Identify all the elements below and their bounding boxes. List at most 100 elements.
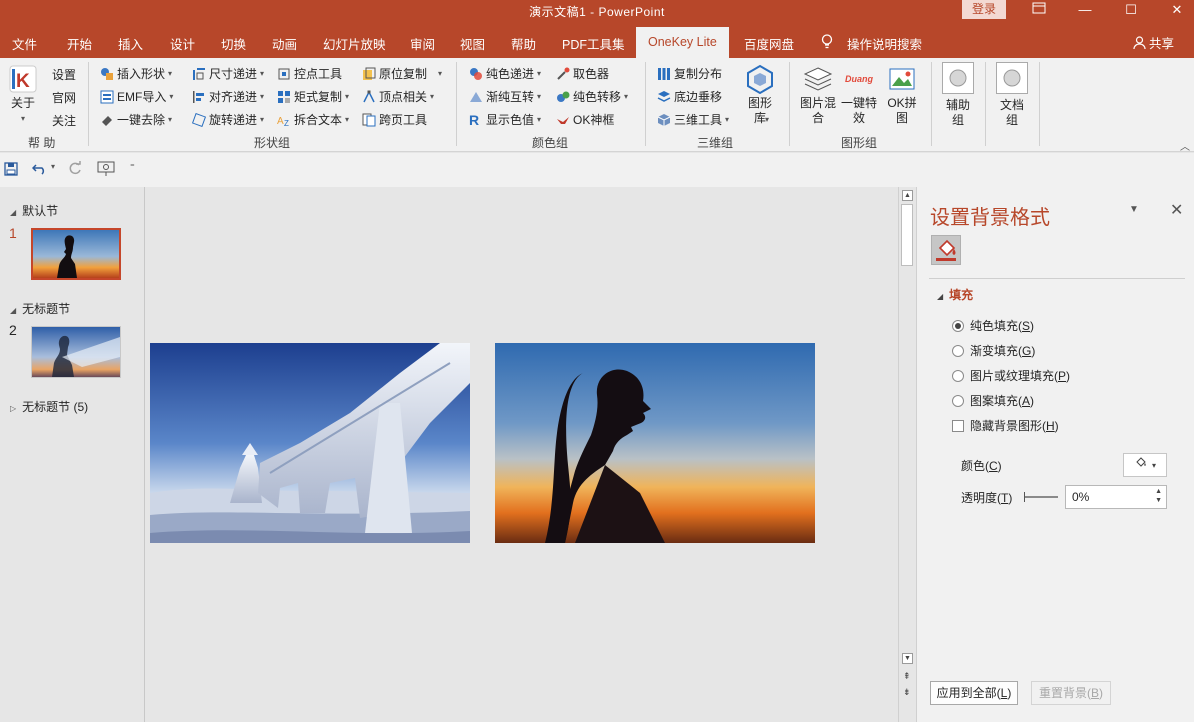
- vertical-scrollbar[interactable]: ▲ ▼ ⇞ ⇟: [898, 187, 915, 722]
- reset-background-button[interactable]: 重置背景(B): [1031, 681, 1111, 705]
- cross-page-tool-button[interactable]: 跨页工具: [362, 111, 427, 128]
- copy-distribute-button[interactable]: 复制分布: [657, 65, 722, 82]
- section-name: 无标题节 (5): [22, 400, 89, 414]
- section-header[interactable]: ▷ 无标题节 (5): [10, 398, 88, 415]
- about-button[interactable]: K 关于 ▾: [8, 64, 38, 126]
- redo-icon[interactable]: [68, 161, 82, 178]
- scroll-up-arrow-icon[interactable]: ▲: [902, 190, 913, 201]
- ribbon-display-icon[interactable]: [1016, 0, 1062, 22]
- tell-me-search[interactable]: 操作说明搜索: [847, 34, 922, 53]
- chevron-down-icon[interactable]: ▾: [51, 162, 55, 171]
- settings-button[interactable]: 设置: [52, 66, 76, 83]
- minimize-button[interactable]: —: [1062, 0, 1108, 22]
- spinner-arrows-icon[interactable]: ▲ ▼: [1155, 487, 1162, 505]
- size-progression-button[interactable]: 尺寸递进 ▾: [192, 65, 264, 82]
- maximize-button[interactable]: ☐: [1108, 0, 1154, 22]
- radio-label: 图片或纹理填充(P): [970, 369, 1071, 383]
- ice-pier-photo[interactable]: [150, 343, 470, 543]
- matrix-copy-button[interactable]: 矩式复制 ▾: [277, 88, 349, 105]
- close-pane-icon[interactable]: ✕: [1170, 200, 1183, 220]
- tab-insert[interactable]: 插入: [118, 34, 143, 53]
- tab-transitions[interactable]: 切换: [221, 34, 246, 53]
- tab-slideshow[interactable]: 幻灯片放映: [323, 34, 386, 53]
- pane-options-icon[interactable]: ▼: [1129, 204, 1139, 215]
- tab-pdf-tools[interactable]: PDF工具集: [562, 34, 625, 53]
- ribbon: K 关于 ▾ 设置 官网 关注 帮 助 插入形状 ▾ EMF导入 ▾ 一键去除 ▾ 尺…: [0, 58, 1194, 153]
- previous-slide-icon[interactable]: ⇞: [903, 671, 911, 682]
- tab-design[interactable]: 设计: [170, 34, 195, 53]
- solid-color-transfer-label: 纯色转移: [573, 90, 622, 104]
- slide-thumbnail-2[interactable]: [31, 326, 121, 378]
- tab-help[interactable]: 帮助: [511, 34, 536, 53]
- one-click-remove-button[interactable]: 一键去除 ▾: [100, 111, 172, 128]
- shape-library-button[interactable]: 图形 库: [744, 64, 776, 126]
- start-slideshow-icon[interactable]: [97, 161, 115, 180]
- customize-qat-icon[interactable]: ⁼: [130, 162, 135, 173]
- scroll-down-arrow-icon[interactable]: ▼: [902, 653, 913, 664]
- collapse-ribbon-icon[interactable]: ︿: [1180, 138, 1190, 153]
- transparency-input[interactable]: 0% ▲ ▼: [1065, 485, 1167, 509]
- emf-import-button[interactable]: EMF导入 ▾: [100, 88, 173, 105]
- rotate-progression-button[interactable]: 旋转递进 ▾: [191, 111, 264, 128]
- picture-blend-button[interactable]: 图片混 合: [799, 64, 837, 126]
- one-click-effect-button[interactable]: Duang 一键特 效: [840, 64, 878, 126]
- align-progression-button[interactable]: 对齐递进 ▾: [192, 88, 264, 105]
- silhouette-sunset-photo[interactable]: [495, 343, 815, 543]
- tab-file[interactable]: 文件: [12, 34, 37, 53]
- color-picker-button[interactable]: ▾: [1123, 453, 1167, 477]
- scrollbar-thumb[interactable]: [901, 204, 913, 266]
- undo-icon[interactable]: [31, 161, 48, 178]
- handle-tool-button[interactable]: 控点工具: [277, 65, 342, 82]
- picture-texture-fill-radio[interactable]: 图片或纹理填充(P): [952, 367, 1070, 384]
- close-button[interactable]: ✕: [1154, 0, 1194, 22]
- auxiliary-group-button[interactable]: 辅助 组: [941, 62, 975, 128]
- gradient-fill-radio[interactable]: 渐变填充(G): [952, 342, 1035, 359]
- transparency-slider[interactable]: [1024, 492, 1058, 502]
- hide-background-graphics-checkbox[interactable]: 隐藏背景图形(H): [952, 417, 1059, 434]
- gradient-solid-convert-button[interactable]: 渐纯互转 ▾: [469, 88, 541, 105]
- tab-animations[interactable]: 动画: [272, 34, 297, 53]
- tab-review[interactable]: 审阅: [410, 34, 435, 53]
- tab-view[interactable]: 视图: [460, 34, 485, 53]
- insert-shape-button[interactable]: 插入形状 ▾: [100, 65, 172, 82]
- tab-onekey-lite[interactable]: OneKey Lite: [636, 27, 729, 58]
- pattern-fill-radio[interactable]: 图案填充(A): [952, 392, 1034, 409]
- solid-color-progression-button[interactable]: 纯色递进 ▾: [469, 65, 541, 82]
- tab-baidu-netdisk[interactable]: 百度网盘: [744, 34, 794, 53]
- color-label: 颜色(C): [961, 459, 1002, 473]
- in-place-copy-button[interactable]: 原位复制 ▾: [362, 65, 442, 82]
- ok-collage-button[interactable]: OK拼 图: [884, 64, 920, 126]
- chevron-down-icon: ▾: [20, 114, 25, 123]
- login-button[interactable]: 登录: [962, 0, 1006, 19]
- fill-bucket-icon[interactable]: [931, 235, 961, 265]
- quick-access-toolbar: ▾ ⁼: [0, 153, 1194, 187]
- checkbox-box: [952, 419, 964, 432]
- slide-canvas[interactable]: [146, 187, 898, 722]
- slide-thumbnail-pane: ◢ 默认节 1 ◢ 无标题节 2 ▷ 无标题节 (5): [0, 187, 145, 722]
- solid-fill-radio[interactable]: 纯色填充(S): [952, 317, 1034, 334]
- fill-section-header[interactable]: ◢ 填充: [937, 286, 973, 303]
- follow-button[interactable]: 关注: [52, 112, 76, 129]
- 3d-tools-button[interactable]: 三维工具 ▾: [657, 111, 729, 128]
- vertex-button[interactable]: 顶点相关 ▾: [362, 88, 434, 105]
- apply-to-all-button[interactable]: 应用到全部(L): [930, 681, 1018, 705]
- next-slide-icon[interactable]: ⇟: [903, 687, 911, 698]
- document-group-button[interactable]: 文档 组: [995, 62, 1029, 128]
- bird-icon: [556, 113, 570, 127]
- share-button[interactable]: 共享: [1133, 33, 1174, 52]
- chevron-down-icon: ▾: [260, 69, 265, 78]
- tab-home[interactable]: 开始: [67, 34, 92, 53]
- group-divider: [88, 62, 89, 146]
- ok-frame-button[interactable]: OK神框: [556, 111, 614, 128]
- website-button[interactable]: 官网: [52, 89, 76, 106]
- section-header[interactable]: ◢ 无标题节: [10, 300, 70, 317]
- chevron-down-icon: ▾: [725, 115, 730, 124]
- bottom-edge-shift-button[interactable]: 底边垂移: [657, 88, 722, 105]
- show-color-value-button[interactable]: R 显示色值 ▾: [469, 111, 541, 128]
- split-merge-text-button[interactable]: AZ 拆合文本 ▾: [277, 111, 349, 128]
- slide-thumbnail-1[interactable]: [30, 227, 122, 281]
- save-icon[interactable]: [4, 162, 18, 179]
- solid-color-transfer-button[interactable]: 纯色转移 ▾: [556, 88, 628, 105]
- section-header[interactable]: ◢ 默认节: [10, 202, 58, 219]
- eyedropper-button[interactable]: 取色器: [556, 65, 609, 82]
